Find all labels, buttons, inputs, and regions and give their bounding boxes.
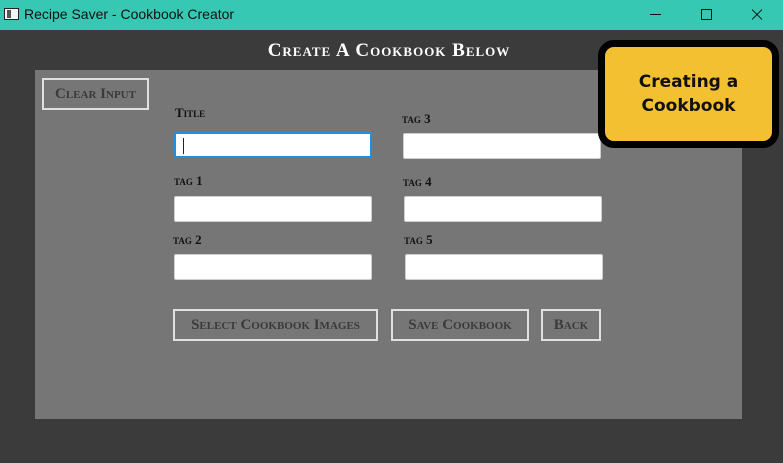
title-input[interactable] — [174, 132, 372, 158]
tag2-label: tag 2 — [173, 232, 202, 247]
clear-input-button[interactable]: Clear Input — [42, 78, 149, 110]
window-title: Recipe Saver - Cookbook Creator — [24, 6, 235, 22]
tag5-input[interactable] — [405, 254, 603, 280]
title-bar[interactable]: Recipe Saver - Cookbook Creator — [0, 0, 783, 30]
tag4-label: tag 4 — [403, 174, 432, 189]
status-badge: Creating a Cookbook — [598, 40, 779, 148]
close-button[interactable] — [733, 0, 779, 30]
text-caret — [183, 138, 184, 154]
tag5-label: tag 5 — [404, 232, 433, 247]
tag3-label: tag 3 — [402, 111, 431, 126]
app-icon — [4, 8, 19, 20]
badge-text: Creating a Cookbook — [638, 72, 739, 116]
tag1-input[interactable] — [174, 196, 372, 222]
tag4-input[interactable] — [404, 196, 602, 222]
save-cookbook-button[interactable]: Save Cookbook — [391, 309, 529, 341]
select-images-button[interactable]: Select Cookbook Images — [173, 309, 378, 341]
minimize-button[interactable] — [633, 0, 679, 30]
tag2-input[interactable] — [174, 254, 372, 280]
title-label: Title — [175, 105, 206, 120]
tag3-input[interactable] — [403, 133, 601, 159]
page-heading: Create A Cookbook Below — [267, 40, 511, 61]
back-button[interactable]: Back — [541, 309, 601, 341]
tag1-label: tag 1 — [174, 173, 203, 188]
maximize-button[interactable] — [683, 0, 729, 30]
